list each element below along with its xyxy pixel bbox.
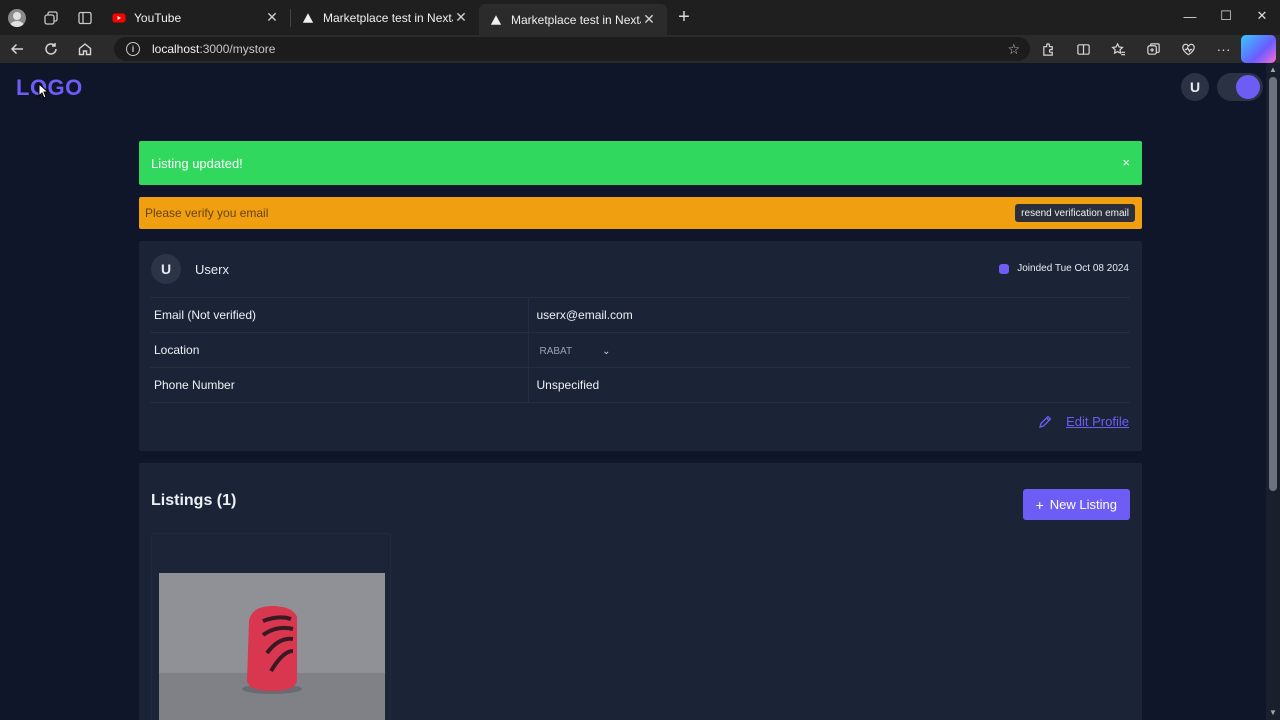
new-listing-button[interactable]: + New Listing [1022,489,1130,520]
favorites-icon[interactable] [1101,35,1136,63]
tab-youtube[interactable]: YouTube ✕ [102,0,290,35]
new-tab-button[interactable]: + [667,6,701,29]
tab-marketplace[interactable]: Marketplace test in NextJS ✕ [291,0,479,35]
reload-icon[interactable] [34,35,68,63]
joined-text: Joinded Tue Oct 08 2024 [1017,263,1129,274]
scroll-down-icon[interactable]: ▼ [1269,709,1277,717]
window-close-icon[interactable]: ✕ [1244,0,1280,32]
close-icon[interactable]: × [1122,155,1130,170]
tab-title: YouTube [134,10,182,25]
toggle-knob [1236,75,1260,99]
close-icon[interactable]: ✕ [264,9,280,26]
workspaces-icon[interactable] [34,0,68,35]
scrollbar-thumb[interactable] [1269,77,1277,491]
browser-address-bar: i localhost:3000/mystore ☆ ··· [0,35,1280,63]
profile-icon[interactable] [0,0,34,35]
badge-icon [999,263,1010,274]
page-viewport: LOGO U Listing updated! × Please verify … [0,63,1280,720]
location-select[interactable]: RABAT ⌄ [537,346,611,357]
favorite-star-icon[interactable]: ☆ [1007,41,1020,58]
joined-date: Joinded Tue Oct 08 2024 [999,263,1129,274]
browser-toolbar: ··· [1031,35,1276,63]
email-value: userx@email.com [527,297,1130,333]
phone-value: Unspecified [527,367,1130,403]
copilot-icon[interactable] [1241,35,1276,63]
listings-title: Listings (1) [151,492,237,509]
back-icon[interactable] [0,35,34,63]
url-path: :3000/mystore [199,42,276,56]
browser-essentials-icon[interactable] [1171,35,1206,63]
page-scrollbar[interactable]: ▲ ▼ [1266,63,1280,720]
username: Userx [195,262,229,277]
table-row: Location RABAT ⌄ [150,332,1130,368]
avatar: U [151,254,181,284]
home-icon[interactable] [68,35,102,63]
maximize-icon[interactable]: ☐ [1208,0,1244,32]
youtube-icon [112,11,126,25]
success-alert: Listing updated! × [139,141,1142,185]
verify-email-text: Please verify you email [145,206,269,220]
url-field[interactable]: i localhost:3000/mystore ☆ [114,37,1030,61]
row-label: Email (Not verified) [150,297,528,333]
theme-toggle[interactable] [1217,73,1263,101]
pencil-icon [1039,415,1052,428]
profile-card: U Userx Joinded Tue Oct 08 2024 Email (N… [139,241,1142,451]
collections-icon[interactable] [1136,35,1171,63]
success-alert-text: Listing updated! [151,155,243,171]
new-listing-label: New Listing [1049,497,1117,512]
minimize-icon[interactable]: — [1172,0,1208,32]
plus-icon: + [1035,496,1044,513]
listing-item[interactable] [151,533,391,720]
window-controls: — ☐ ✕ [1172,0,1280,32]
row-label: Phone Number [150,367,528,403]
table-row: Phone Number Unspecified [150,367,1130,403]
row-label: Location [150,332,528,368]
profile-info-table: Email (Not verified) userx@email.com Loc… [150,297,1130,403]
site-info-icon[interactable]: i [126,42,140,56]
extensions-icon[interactable] [1031,35,1066,63]
tab-title: Marketplace test in NextJS [323,10,453,25]
close-icon[interactable]: ✕ [641,11,657,28]
tab-marketplace-active[interactable]: Marketplace test in NextJS ✕ [479,4,667,35]
tab-actions-icon[interactable] [68,0,102,35]
tab-title: Marketplace test in NextJS [511,12,641,27]
verify-email-alert: Please verify you email resend verificat… [139,197,1142,229]
nextjs-icon [489,13,503,27]
listing-image[interactable] [159,573,385,720]
scroll-up-icon[interactable]: ▲ [1269,66,1277,74]
edit-profile-label: Edit Profile [1066,414,1129,429]
product-photo [159,573,385,720]
nextjs-icon [301,11,315,25]
listings-card: Listings (1) + New Listing [139,463,1142,720]
location-value: RABAT [539,346,573,357]
mouse-cursor-icon [38,83,50,99]
user-avatar-button[interactable]: U [1181,73,1209,101]
url-host: localhost [152,42,200,56]
browser-tab-bar: YouTube ✕ Marketplace test in NextJS ✕ M… [0,0,1280,35]
resend-verification-button[interactable]: resend verification email [1015,204,1135,222]
edit-profile-link[interactable]: Edit Profile [1038,414,1129,429]
more-menu-icon[interactable]: ··· [1206,35,1241,63]
chevron-down-icon: ⌄ [602,346,611,357]
location-cell: RABAT ⌄ [527,332,1130,368]
split-screen-icon[interactable] [1066,35,1101,63]
close-icon[interactable]: ✕ [453,9,469,26]
table-row: Email (Not verified) userx@email.com [150,297,1130,333]
